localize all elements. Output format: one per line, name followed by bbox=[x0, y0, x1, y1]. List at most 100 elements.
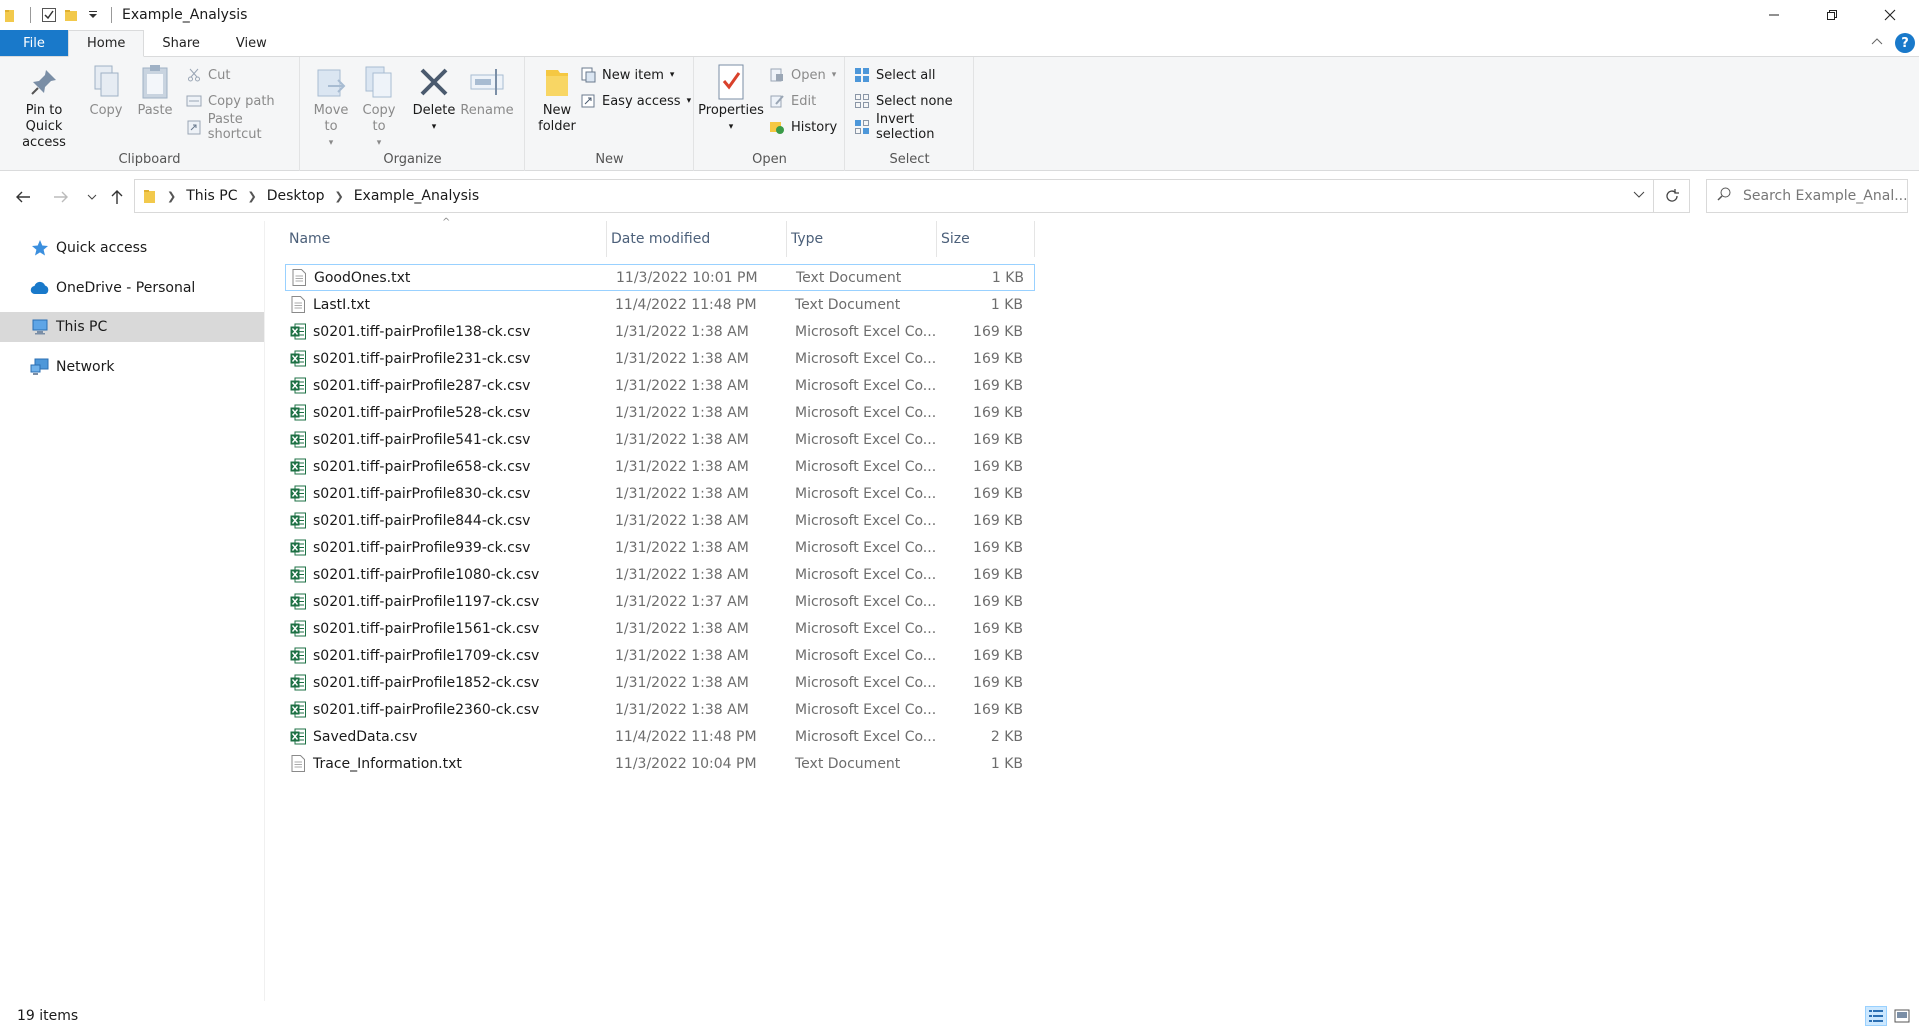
refresh-button[interactable] bbox=[1654, 179, 1690, 213]
file-row[interactable]: s0201.tiff-pairProfile138-ck.csv 1/31/202… bbox=[285, 318, 1035, 345]
file-date: 1/31/2022 1:38 AM bbox=[615, 674, 749, 691]
nav-item-this-pc[interactable]: This PC bbox=[0, 312, 264, 342]
tab-home[interactable]: Home bbox=[68, 30, 145, 57]
new-item-button[interactable]: New item ▾ bbox=[580, 64, 674, 86]
file-date: 1/31/2022 1:38 AM bbox=[615, 431, 749, 448]
easy-access-button[interactable]: Easy access ▾ bbox=[580, 90, 691, 112]
column-header-date-modified[interactable]: Date modified bbox=[607, 221, 787, 257]
tab-share[interactable]: Share bbox=[144, 30, 218, 56]
clipboard-group-label: Clipboard bbox=[118, 152, 181, 167]
new-folder-icon[interactable] bbox=[63, 7, 79, 23]
select-none-button[interactable]: Select none bbox=[854, 90, 953, 112]
collapse-ribbon-icon[interactable] bbox=[1871, 35, 1883, 51]
copy-to-button[interactable]: Copy to ▾ bbox=[359, 63, 399, 151]
paste-shortcut-button[interactable]: Paste shortcut bbox=[186, 112, 299, 142]
up-button[interactable] bbox=[106, 186, 128, 208]
text-file-icon bbox=[291, 269, 307, 287]
tab-file[interactable]: File bbox=[0, 30, 68, 56]
invert-selection-button[interactable]: Invert selection bbox=[854, 112, 973, 142]
recent-locations-button[interactable] bbox=[81, 186, 103, 208]
customize-toolbar-icon[interactable] bbox=[85, 7, 101, 23]
nav-item-onedrive[interactable]: OneDrive - Personal bbox=[0, 273, 264, 303]
file-explorer-window: Example_Analysis File Home Share View ? bbox=[0, 0, 1919, 1031]
file-row[interactable]: s0201.tiff-pairProfile231-ck.csv 1/31/202… bbox=[285, 345, 1035, 372]
file-name: s0201.tiff-pairProfile1080-ck.csv bbox=[313, 566, 540, 583]
nav-label-this-pc: This PC bbox=[56, 319, 108, 335]
open-button[interactable]: Open ▾ bbox=[769, 64, 836, 86]
rename-button[interactable]: Rename bbox=[460, 63, 514, 119]
select-all-label: Select all bbox=[876, 67, 936, 83]
file-row[interactable]: s0201.tiff-pairProfile1709-ck.csv 1/31/20… bbox=[285, 642, 1035, 669]
new-folder-button[interactable]: New folder bbox=[532, 63, 582, 135]
clipboard-group: Pin to Quick access Copy Paste Cut Copy … bbox=[0, 57, 300, 171]
file-row[interactable]: s0201.tiff-pairProfile287-ck.csv 1/31/202… bbox=[285, 372, 1035, 399]
organize-group: Move to ▾ Copy to ▾ Delete ▾ Rename Orga… bbox=[301, 57, 525, 171]
file-row[interactable]: s0201.tiff-pairProfile658-ck.csv 1/31/202… bbox=[285, 453, 1035, 480]
address-history-dropdown-icon[interactable] bbox=[1633, 188, 1645, 202]
forward-button[interactable] bbox=[50, 186, 72, 208]
minimize-button[interactable] bbox=[1745, 0, 1803, 30]
select-group: Select all Select none Invert selection … bbox=[846, 57, 974, 171]
select-all-button[interactable]: Select all bbox=[854, 64, 935, 86]
restore-button[interactable] bbox=[1803, 0, 1861, 30]
view-toggle bbox=[1865, 1006, 1913, 1026]
back-button[interactable] bbox=[12, 186, 34, 208]
file-row[interactable]: LastI.txt 11/4/2022 11:48 PM Text Document… bbox=[285, 291, 1035, 318]
close-button[interactable] bbox=[1861, 0, 1919, 30]
breadcrumb-this-pc[interactable]: This PC bbox=[186, 188, 237, 204]
address-bar[interactable]: ❯ This PC ❯ Desktop ❯ Example_Analysis bbox=[134, 179, 1654, 213]
easy-access-icon bbox=[580, 93, 596, 109]
file-name-cell: SavedData.csv bbox=[285, 728, 605, 746]
file-row[interactable]: Trace_Information.txt 11/3/2022 10:04 PM T… bbox=[285, 750, 1035, 777]
tab-view[interactable]: View bbox=[218, 30, 285, 56]
column-header-size[interactable]: Size bbox=[937, 221, 1035, 257]
delete-button[interactable]: Delete ▾ bbox=[413, 63, 455, 135]
pane-divider[interactable] bbox=[264, 221, 265, 1001]
properties-button[interactable]: Properties ▾ bbox=[698, 63, 764, 135]
file-row[interactable]: SavedData.csv 11/4/2022 11:48 PM Microsoft… bbox=[285, 723, 1035, 750]
file-row[interactable]: s0201.tiff-pairProfile541-ck.csv 1/31/202… bbox=[285, 426, 1035, 453]
file-row[interactable]: s0201.tiff-pairProfile1197-ck.csv 1/31/20… bbox=[285, 588, 1035, 615]
help-icon[interactable]: ? bbox=[1895, 33, 1915, 53]
file-row[interactable]: s0201.tiff-pairProfile1852-ck.csv 1/31/20… bbox=[285, 669, 1035, 696]
file-date: 1/31/2022 1:38 AM bbox=[615, 620, 749, 637]
search-box[interactable]: Search Example_Anal... bbox=[1706, 179, 1908, 213]
file-row[interactable]: GoodOnes.txt 11/3/2022 10:01 PM Text Docum… bbox=[285, 264, 1035, 291]
pin-to-quick-access-button[interactable]: Pin to Quick access bbox=[6, 63, 82, 151]
file-date: 1/31/2022 1:38 AM bbox=[615, 701, 749, 718]
file-row[interactable]: s0201.tiff-pairProfile844-ck.csv 1/31/202… bbox=[285, 507, 1035, 534]
large-icons-view-button[interactable] bbox=[1891, 1006, 1913, 1026]
file-row[interactable]: s0201.tiff-pairProfile2360-ck.csv 1/31/20… bbox=[285, 696, 1035, 723]
copy-button[interactable]: Copy bbox=[86, 63, 126, 119]
breadcrumb-chevron-icon: ❯ bbox=[167, 189, 177, 203]
easy-access-label: Easy access bbox=[602, 93, 681, 109]
file-name-cell: s0201.tiff-pairProfile1561-ck.csv bbox=[285, 620, 605, 638]
file-row[interactable]: s0201.tiff-pairProfile528-ck.csv 1/31/202… bbox=[285, 399, 1035, 426]
details-view-button[interactable] bbox=[1865, 1006, 1887, 1026]
nav-item-network[interactable]: Network bbox=[0, 352, 264, 382]
excel-file-icon bbox=[290, 323, 306, 341]
back-arrow-icon bbox=[16, 191, 30, 203]
edit-button[interactable]: Edit bbox=[769, 90, 816, 112]
file-row[interactable]: s0201.tiff-pairProfile1080-ck.csv 1/31/20… bbox=[285, 561, 1035, 588]
column-header-name[interactable]: ^ Name bbox=[285, 217, 607, 257]
move-to-button[interactable]: Move to ▾ bbox=[311, 63, 351, 151]
paste-button[interactable]: Paste bbox=[134, 63, 176, 119]
copy-path-button[interactable]: Copy path bbox=[186, 90, 275, 112]
file-size: 169 KB bbox=[973, 404, 1023, 421]
file-row[interactable]: s0201.tiff-pairProfile1561-ck.csv 1/31/20… bbox=[285, 615, 1035, 642]
nav-item-quick-access[interactable]: Quick access bbox=[0, 233, 264, 263]
cut-button[interactable]: Cut bbox=[186, 64, 230, 86]
ribbon-tabs: File Home Share View ? bbox=[0, 30, 1919, 57]
paste-label: Paste bbox=[137, 103, 173, 118]
column-header-type[interactable]: Type bbox=[787, 221, 937, 257]
breadcrumb-desktop[interactable]: Desktop bbox=[267, 188, 325, 204]
file-row[interactable]: s0201.tiff-pairProfile939-ck.csv 1/31/202… bbox=[285, 534, 1035, 561]
file-row[interactable]: s0201.tiff-pairProfile830-ck.csv 1/31/202… bbox=[285, 480, 1035, 507]
properties-check-icon[interactable] bbox=[41, 7, 57, 23]
computer-icon bbox=[30, 318, 50, 336]
delete-dropdown-icon: ▾ bbox=[431, 122, 437, 132]
history-button[interactable]: History bbox=[769, 116, 837, 138]
breadcrumb-current-folder[interactable]: Example_Analysis bbox=[354, 188, 479, 204]
toolbar-separator bbox=[111, 7, 112, 23]
